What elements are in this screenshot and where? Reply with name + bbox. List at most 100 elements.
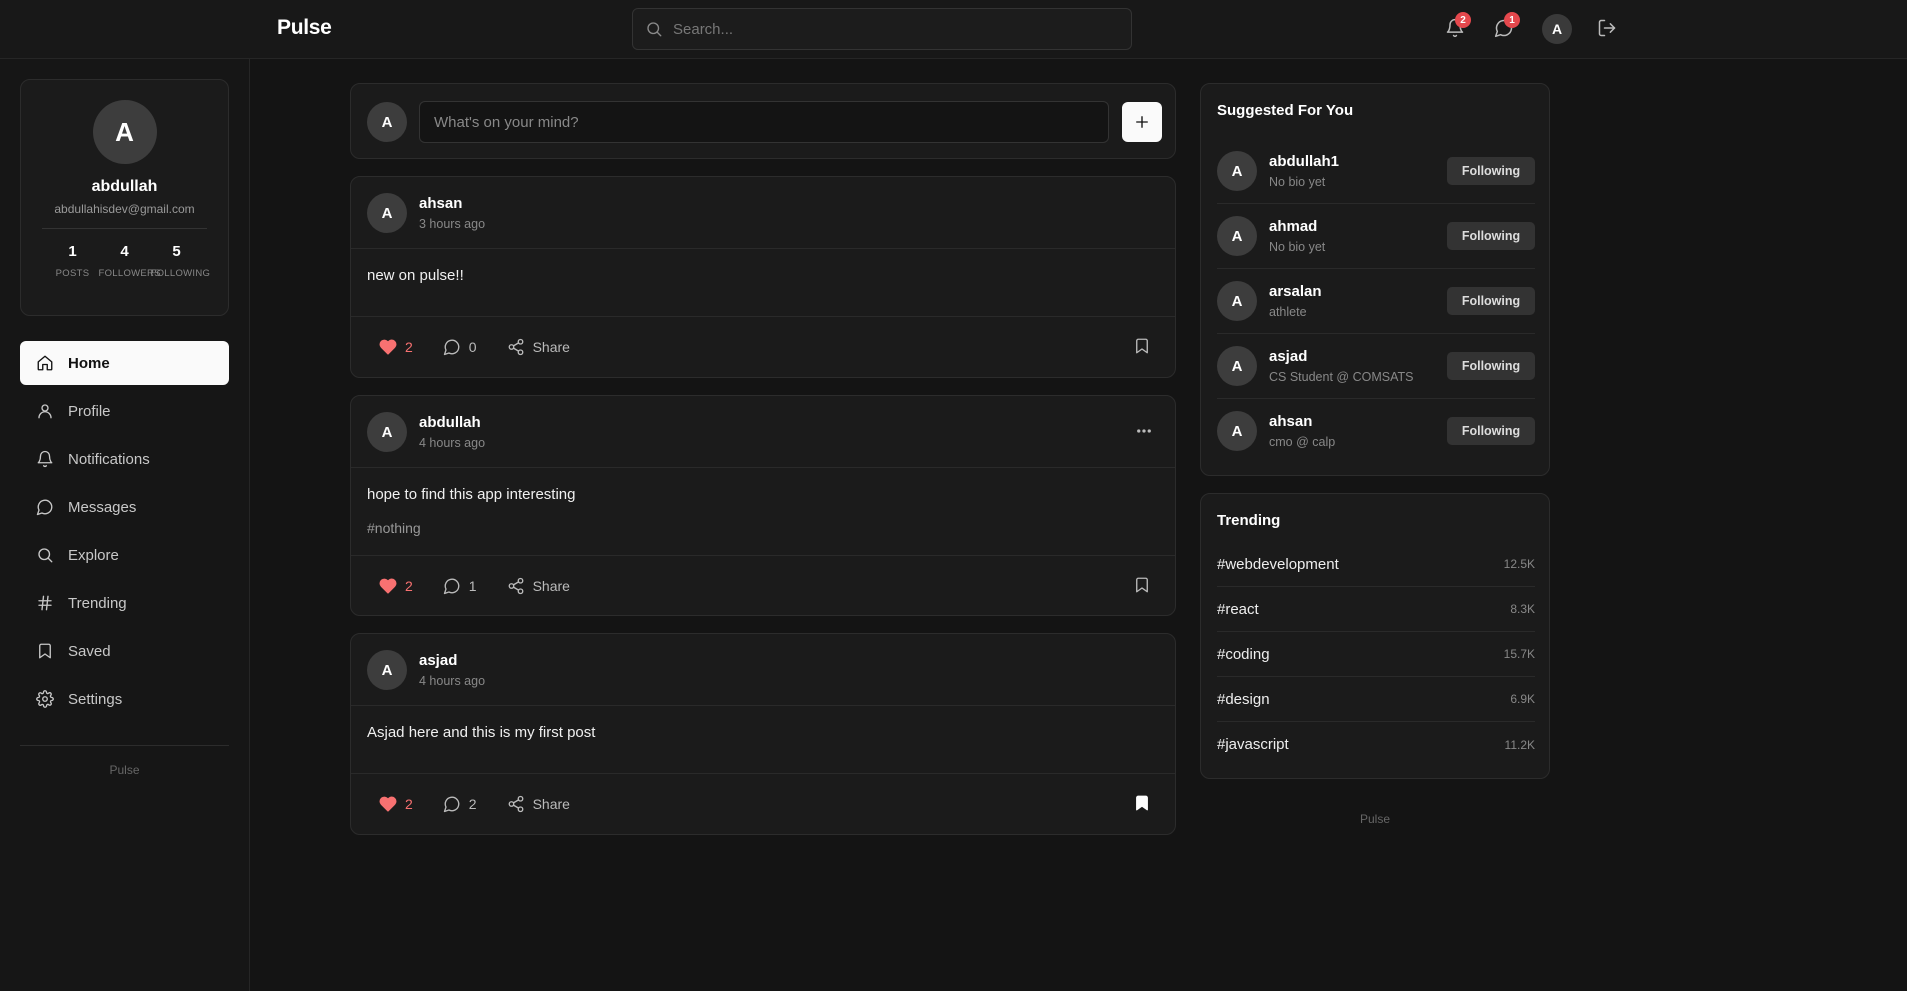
user-name[interactable]: arsalan [1269, 283, 1322, 300]
user-name[interactable]: abdullah1 [1269, 153, 1339, 170]
sidebar-footer: Pulse [109, 763, 140, 777]
following-button[interactable]: Following [1447, 417, 1535, 445]
suggested-user: A abdullah1 No bio yet Following [1217, 139, 1535, 204]
trending-count: 6.9K [1510, 692, 1535, 706]
nav-item-settings[interactable]: Settings [20, 677, 229, 721]
post-card: A abdullah 4 hours ago hope to find this… [350, 395, 1176, 616]
post-time: 4 hours ago [419, 436, 486, 450]
user-avatar-button[interactable]: A [1542, 14, 1572, 44]
user-avatar[interactable]: A [1217, 346, 1257, 386]
profile-card: A abdullah abdullahisdev@gmail.com 1 POS… [20, 79, 229, 316]
following-button[interactable]: Following [1447, 287, 1535, 315]
brand-logo[interactable]: Pulse [277, 16, 332, 40]
messages-button[interactable]: 1 [1494, 12, 1520, 40]
profile-name[interactable]: abdullah [21, 178, 228, 196]
search-icon [36, 546, 54, 564]
post-card: A asjad 4 hours ago Asjad here and this … [350, 633, 1176, 835]
like-button[interactable]: 2 [379, 338, 413, 356]
comment-button[interactable]: 1 [443, 577, 477, 595]
like-button[interactable]: 2 [379, 795, 413, 813]
post-actions: 2 1 Share [351, 556, 1175, 616]
post-avatar[interactable]: A [367, 193, 407, 233]
user-bio: CS Student @ COMSATS [1269, 370, 1414, 384]
trending-item[interactable]: #react 8.3K [1217, 587, 1535, 632]
trending-item[interactable]: #javascript 11.2K [1217, 722, 1535, 767]
post-text: Asjad here and this is my first post [367, 724, 596, 741]
nav-label: Messages [68, 498, 137, 516]
notifications-button[interactable]: 2 [1445, 12, 1471, 40]
following-button[interactable]: Following [1447, 352, 1535, 380]
trending-tag: #coding [1217, 645, 1270, 663]
like-button[interactable]: 2 [379, 577, 413, 595]
nav-item-messages[interactable]: Messages [20, 485, 229, 529]
composer-avatar: A [367, 102, 407, 142]
user-avatar[interactable]: A [1217, 411, 1257, 451]
bell-icon [36, 450, 54, 468]
bookmark-button[interactable] [1133, 794, 1151, 812]
post-hashtag[interactable]: #nothing [367, 520, 1159, 536]
post-author[interactable]: ahsan [419, 195, 462, 212]
following-button[interactable]: Following [1447, 222, 1535, 250]
search-box[interactable] [632, 8, 1132, 50]
post-menu-button[interactable] [1135, 422, 1153, 440]
stat-label: FOLLOWERS [98, 268, 161, 279]
user-avatar[interactable]: A [1217, 151, 1257, 191]
comment-button[interactable]: 0 [443, 338, 477, 356]
post-author[interactable]: asjad [419, 652, 457, 669]
post-avatar[interactable]: A [367, 650, 407, 690]
post-time: 3 hours ago [419, 217, 486, 231]
hash-icon [36, 594, 54, 612]
post-avatar[interactable]: A [367, 412, 407, 452]
user-name[interactable]: ahsan [1269, 413, 1312, 430]
share-button[interactable]: Share [507, 338, 570, 356]
stat-value: 5 [172, 243, 181, 260]
trending-count: 8.3K [1510, 602, 1535, 616]
nav-item-trending[interactable]: Trending [20, 581, 229, 625]
stat-following[interactable]: 5 FOLLOWING [151, 243, 210, 279]
heart-icon [379, 577, 397, 595]
following-button[interactable]: Following [1447, 157, 1535, 185]
share-button[interactable]: Share [507, 795, 570, 813]
nav-item-explore[interactable]: Explore [20, 533, 229, 577]
user-avatar[interactable]: A [1217, 216, 1257, 256]
nav-item-saved[interactable]: Saved [20, 629, 229, 673]
user-name[interactable]: asjad [1269, 348, 1307, 365]
post-author[interactable]: abdullah [419, 414, 481, 431]
trending-item[interactable]: #webdevelopment 12.5K [1217, 542, 1535, 587]
trending-item[interactable]: #design 6.9K [1217, 677, 1535, 722]
like-count: 2 [405, 578, 413, 594]
logout-button[interactable] [1597, 18, 1619, 40]
nav-item-notifications[interactable]: Notifications [20, 437, 229, 481]
bookmark-button[interactable] [1133, 576, 1151, 594]
search-input[interactable] [673, 20, 1093, 38]
main-nav: Home Profile Notifications Messages Expl… [20, 341, 229, 725]
user-name[interactable]: ahmad [1269, 218, 1317, 235]
bookmark-icon [36, 642, 54, 660]
bookmark-button[interactable] [1133, 337, 1151, 355]
comment-button[interactable]: 2 [443, 795, 477, 813]
stat-posts[interactable]: 1 POSTS [47, 243, 99, 279]
create-post-button[interactable] [1122, 102, 1162, 142]
profile-avatar[interactable]: A [92, 100, 157, 164]
nav-item-home[interactable]: Home [20, 341, 229, 385]
stat-followers[interactable]: 4 FOLLOWERS [98, 243, 161, 279]
suggested-user: A asjad CS Student @ COMSATS Following [1217, 334, 1535, 399]
comment-count: 1 [468, 578, 477, 594]
post-body: hope to find this app interesting #nothi… [351, 468, 1175, 556]
post-time: 4 hours ago [419, 674, 486, 688]
trending-tag: #react [1217, 600, 1259, 618]
nav-label: Home [68, 354, 110, 372]
share-button[interactable]: Share [507, 577, 570, 595]
trending-item[interactable]: #coding 15.7K [1217, 632, 1535, 677]
user-avatar[interactable]: A [1217, 281, 1257, 321]
post-composer: A [350, 83, 1176, 159]
top-bar: Pulse 2 1 A [0, 0, 1907, 59]
composer-input[interactable] [419, 101, 1109, 143]
bookmark-filled-icon [1133, 794, 1151, 812]
comment-count: 0 [468, 339, 477, 355]
nav-label: Profile [68, 402, 111, 420]
nav-item-profile[interactable]: Profile [20, 389, 229, 433]
comment-icon [443, 338, 461, 356]
messages-badge: 1 [1504, 12, 1520, 28]
divider [42, 228, 207, 229]
